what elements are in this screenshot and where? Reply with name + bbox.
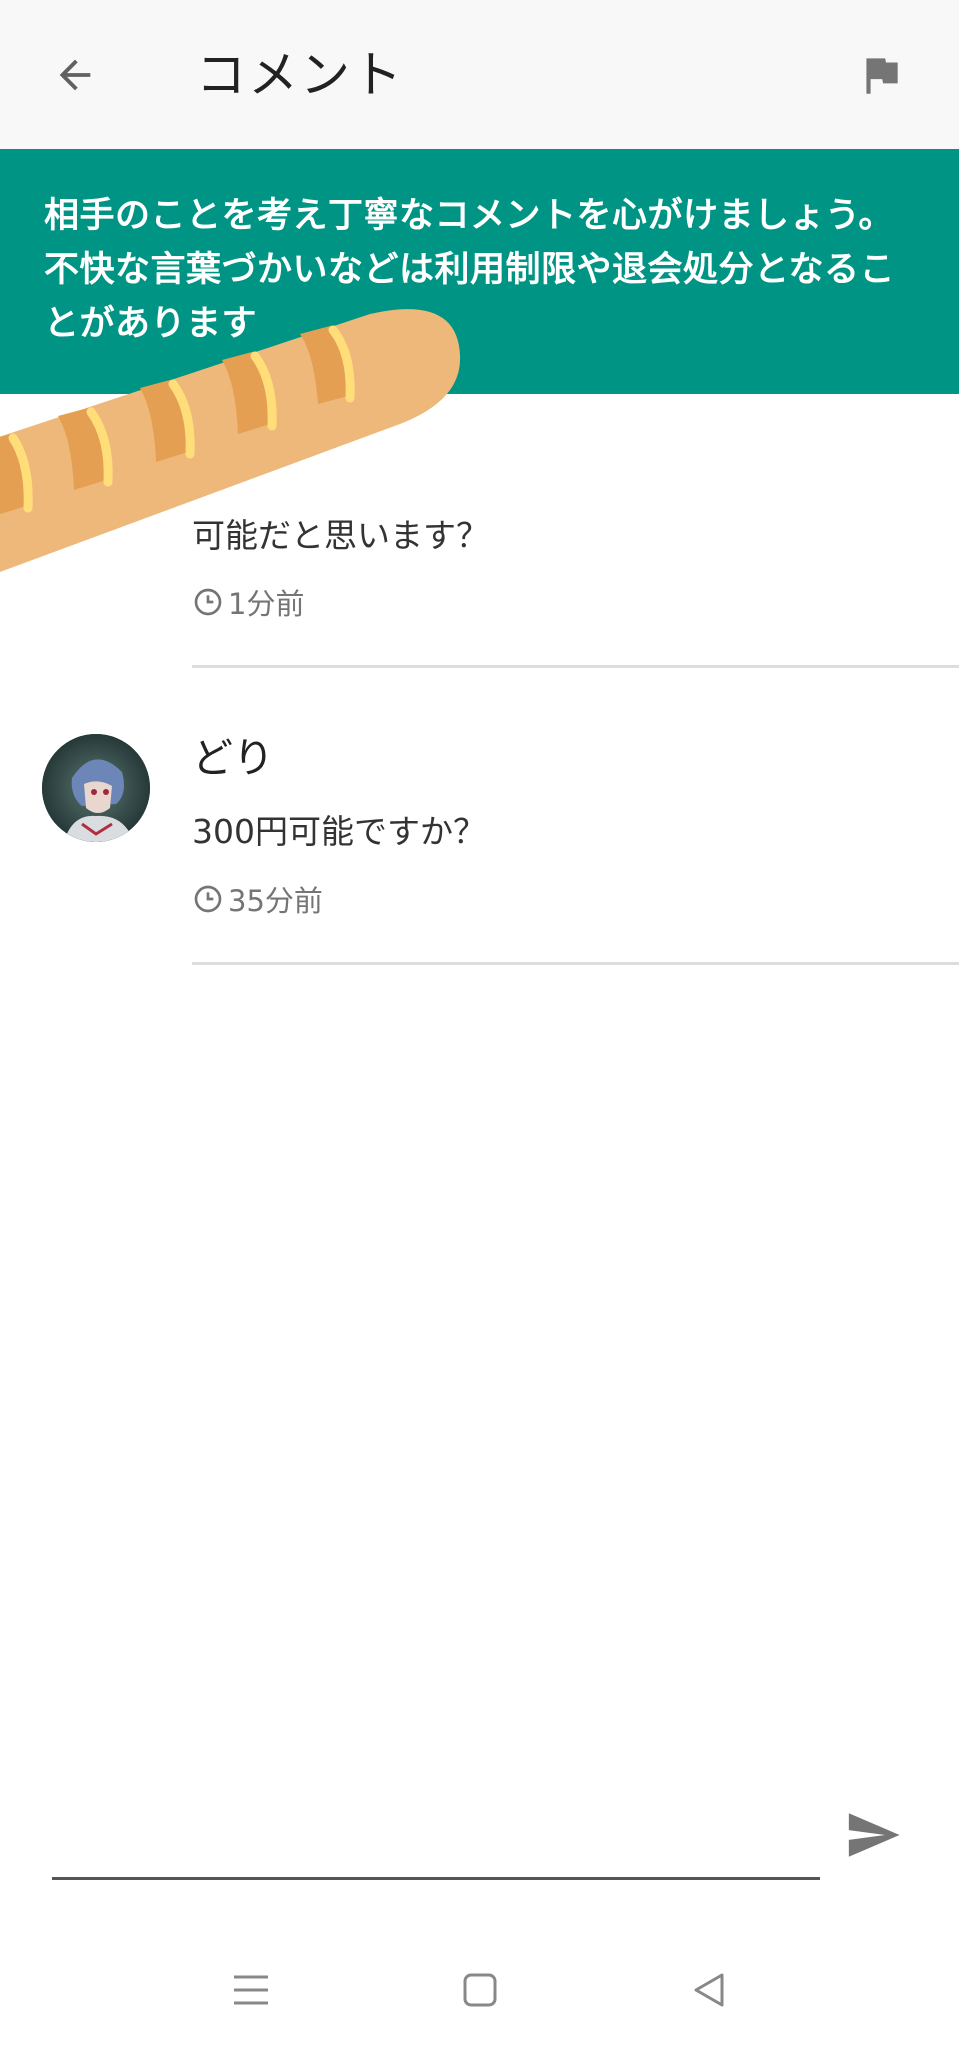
menu-icon — [234, 1975, 268, 2005]
comment-time: 35分前 — [228, 884, 323, 918]
comment-input[interactable] — [52, 1780, 820, 1880]
comments-screen: コメント 相手のことを考え丁寧なコメントを心がけましょう。不快な言葉づかいなどは… — [0, 0, 959, 2048]
divider — [192, 962, 959, 965]
comment-time: 1分前 — [228, 587, 305, 621]
comment-text: 300円可能ですか？ — [192, 812, 486, 851]
app-bar: コメント — [0, 0, 959, 149]
guideline-text: 相手のことを考え丁寧なコメントを心がけましょう。不快な言葉づかいなどは利用制限や… — [44, 196, 895, 344]
send-icon — [848, 1813, 900, 1857]
report-button[interactable] — [846, 40, 916, 110]
avatar-image — [42, 734, 150, 842]
back-triangle-icon — [694, 1973, 724, 2007]
comment-author: どり — [192, 734, 274, 782]
home-button[interactable] — [450, 1960, 510, 2020]
comment-text: 可能だと思います？ — [192, 516, 489, 555]
home-square-icon — [463, 1973, 497, 2007]
comment-item: 可能だと思います？ 1分前 — [0, 394, 959, 668]
clock-icon — [194, 588, 222, 616]
system-nav-bar — [0, 1932, 959, 2048]
comment-timestamp: 35分前 — [192, 878, 323, 920]
back-button[interactable] — [40, 40, 110, 110]
flag-icon — [866, 58, 898, 94]
comment-timestamp: 1分前 — [192, 581, 304, 623]
recent-apps-button[interactable] — [221, 1960, 281, 2020]
arrow-left-icon — [59, 59, 91, 91]
avatar[interactable] — [42, 734, 150, 842]
comment-guideline-banner: 相手のことを考え丁寧なコメントを心がけましょう。不快な言葉づかいなどは利用制限や… — [0, 149, 959, 394]
comment-item: どり 300円可能ですか？ 35分前 — [0, 668, 959, 965]
clock-icon — [194, 885, 222, 913]
comment-composer — [0, 1780, 959, 1900]
send-button[interactable] — [838, 1800, 908, 1870]
system-back-button[interactable] — [679, 1960, 739, 2020]
page-title: コメント — [196, 46, 404, 104]
